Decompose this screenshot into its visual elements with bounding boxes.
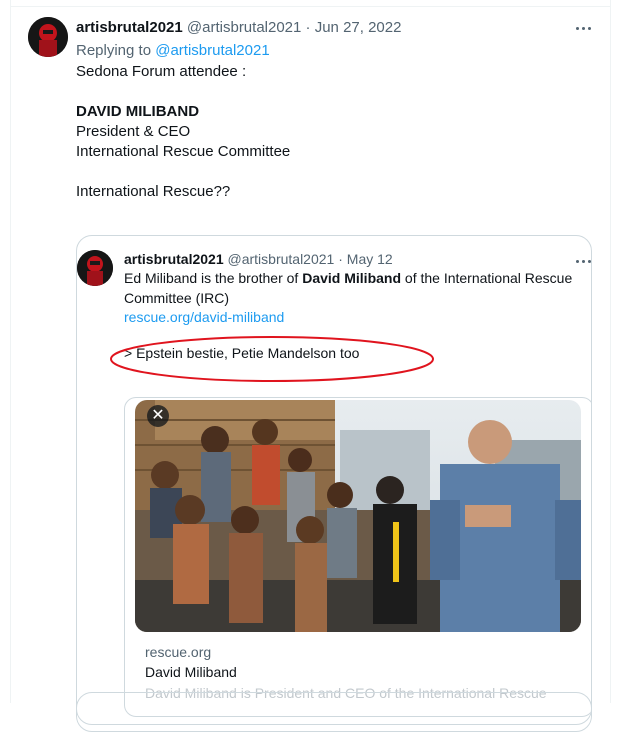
next-card-edge — [76, 692, 592, 732]
quoted-text-bold: David Miliband — [302, 270, 402, 286]
quoted-timestamp[interactable]: May 12 — [347, 251, 393, 267]
tweet-text-line: DAVID MILIBAND — [76, 103, 200, 120]
separator: · — [338, 251, 343, 267]
timestamp[interactable]: Jun 27, 2022 — [315, 19, 402, 36]
separator: · — [305, 19, 311, 36]
tweet-text-line: Sedona Forum attendee : — [76, 63, 247, 80]
quoted-text-line: Committee (IRC) — [124, 290, 230, 306]
timeline-border-right — [610, 0, 611, 703]
avatar[interactable] — [28, 17, 68, 57]
card-title[interactable]: David Miliband — [145, 664, 237, 680]
replying-to-mention[interactable]: @artisbrutal2021 — [155, 42, 269, 59]
replying-to: Replying to @artisbrutal2021 — [76, 41, 270, 61]
preview-photo[interactable]: ✕ — [135, 400, 581, 632]
quoted-tweet-card[interactable]: artisbrutal2021 @artisbrutal2021 · May 1… — [76, 235, 592, 725]
quoted-display-name[interactable]: artisbrutal2021 — [124, 251, 224, 267]
more-horizontal-icon[interactable] — [575, 255, 591, 267]
replying-to-prefix: Replying to — [76, 42, 152, 59]
more-horizontal-icon[interactable] — [574, 20, 594, 36]
quoted-text-line: > Epstein bestie, Petie Mandelson too — [124, 345, 360, 361]
timeline-border-top — [10, 6, 611, 7]
user-handle[interactable]: @artisbrutal2021 — [187, 19, 301, 36]
quoted-avatar[interactable] — [77, 250, 113, 286]
card-domain: rescue.org — [145, 644, 212, 660]
quoted-text-line: Ed Miliband is the brother of David Mili… — [124, 269, 572, 288]
close-icon[interactable]: ✕ — [147, 405, 169, 427]
tweet-text-line: International Rescue?? — [76, 183, 231, 200]
tweet-text-line: International Rescue Committee — [76, 143, 291, 160]
tweet-text-line: President & CEO — [76, 123, 191, 140]
quoted-text-segment: of the International Rescue — [401, 270, 573, 286]
display-name[interactable]: artisbrutal2021 — [76, 19, 183, 36]
quoted-handle[interactable]: @artisbrutal2021 — [228, 251, 335, 267]
timeline-border-left — [10, 0, 11, 703]
quoted-link[interactable]: rescue.org/david-miliband — [124, 308, 284, 327]
tweet-header: artisbrutal2021 @artisbrutal2021 · Jun 2… — [76, 18, 401, 38]
link-preview-card[interactable]: ✕ rescue.org David Miliband David Miliba… — [124, 397, 591, 717]
quoted-link-text[interactable]: rescue.org/david-miliband — [124, 309, 284, 325]
quoted-text-segment: Ed Miliband is the brother of — [124, 270, 303, 286]
quoted-header: artisbrutal2021 @artisbrutal2021 · May 1… — [124, 249, 393, 269]
